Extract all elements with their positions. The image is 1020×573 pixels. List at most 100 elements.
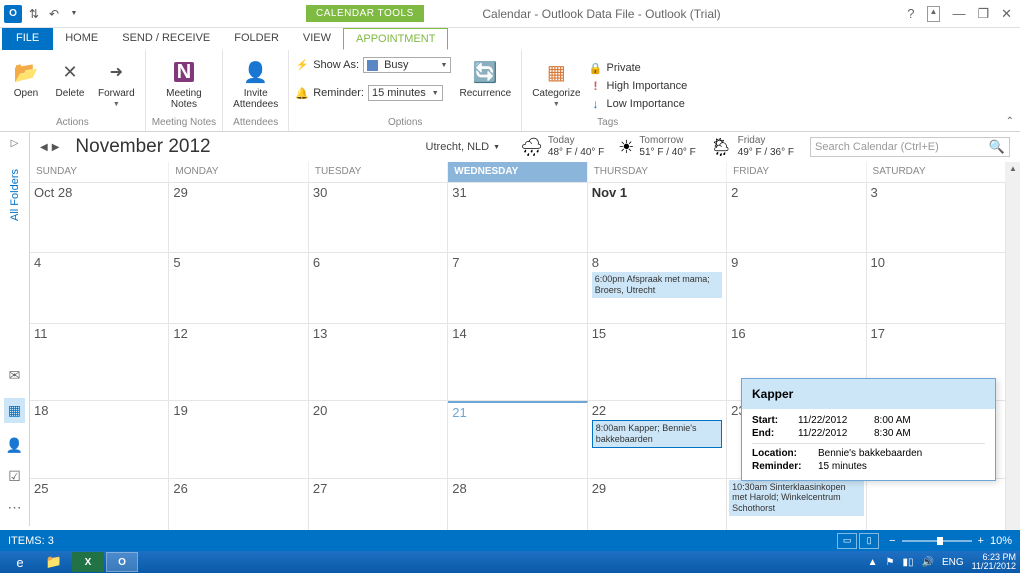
prev-month-icon[interactable]: ◀ bbox=[40, 142, 48, 153]
calendar-nav-icon[interactable]: ▦ bbox=[4, 398, 25, 423]
show-hidden-tray-icon[interactable]: ▲ bbox=[868, 557, 878, 568]
open-icon bbox=[12, 58, 40, 86]
ie-taskbar-icon[interactable]: e bbox=[4, 552, 36, 572]
calendar-cell[interactable]: Nov 1 bbox=[588, 183, 727, 252]
invite-attendees-button[interactable]: Invite Attendees bbox=[229, 56, 282, 112]
network-icon[interactable]: ▮▯ bbox=[902, 557, 913, 568]
calendar-cell[interactable]: 13 bbox=[309, 324, 448, 400]
calendar-cell[interactable]: 228:00am Kapper; Bennie's bakkebaarden bbox=[588, 401, 727, 477]
date-label: 2 bbox=[731, 185, 861, 200]
calendar-cell[interactable]: 7 bbox=[448, 253, 587, 322]
restore-icon[interactable]: ❐ bbox=[977, 6, 989, 22]
categorize-button[interactable]: Categorize▼ bbox=[528, 56, 584, 110]
calendar-cell[interactable]: 15 bbox=[588, 324, 727, 400]
volume-icon[interactable]: 🔊 bbox=[921, 557, 933, 568]
collapse-ribbon-icon[interactable]: ⌃ bbox=[1006, 116, 1014, 127]
high-importance-button[interactable]: High Importance bbox=[589, 78, 688, 94]
calendar-cell[interactable]: 11 bbox=[30, 324, 169, 400]
calendar-cell[interactable]: 9 bbox=[727, 253, 866, 322]
next-month-icon[interactable]: ▶ bbox=[52, 142, 60, 153]
calendar-cell[interactable]: 3 bbox=[867, 183, 1006, 252]
zoom-in-icon[interactable]: + bbox=[978, 535, 984, 547]
calendar-cell[interactable]: 10 bbox=[867, 253, 1006, 322]
calendar-event[interactable]: 10:30am Sinterklaasinkopen met Harold; W… bbox=[729, 480, 863, 516]
clock[interactable]: 6:23 PM11/21/2012 bbox=[972, 553, 1016, 571]
people-nav-icon[interactable]: 👤 bbox=[6, 437, 23, 454]
tasks-nav-icon[interactable]: ☑ bbox=[8, 468, 21, 485]
calendar-cell[interactable]: 2 bbox=[727, 183, 866, 252]
weather-friday[interactable]: 🌦Friday49° F / 36° F bbox=[710, 135, 794, 159]
calendar-cell[interactable]: 20 bbox=[309, 401, 448, 477]
search-input[interactable]: Search Calendar (Ctrl+E)🔍 bbox=[810, 137, 1010, 157]
calendar-cell[interactable]: 4 bbox=[30, 253, 169, 322]
calendar-cell[interactable]: 86:00pm Afspraak met mama; Broers, Utrec… bbox=[588, 253, 727, 322]
calendar-cell[interactable]: 30 bbox=[309, 183, 448, 252]
help-icon[interactable]: ? bbox=[907, 6, 914, 22]
date-label: 21 bbox=[452, 405, 582, 420]
zoom-control[interactable]: − + 10% bbox=[889, 535, 1012, 547]
show-as-select[interactable]: Busy▼ bbox=[363, 57, 451, 73]
reminder-select[interactable]: 15 minutes▼ bbox=[368, 85, 443, 101]
reading-view-icon[interactable]: ▯ bbox=[859, 533, 879, 549]
tab-folder[interactable]: FOLDER bbox=[222, 28, 291, 50]
appointment-preview: Kapper Start:11/22/20128:00 AM End:11/22… bbox=[741, 378, 996, 481]
calendar-cell[interactable]: 12 bbox=[169, 324, 308, 400]
vertical-scrollbar[interactable]: ▲ ▼ bbox=[1006, 162, 1020, 548]
calendar-cell[interactable]: Oct 28 bbox=[30, 183, 169, 252]
weather-tomorrow[interactable]: ☀Tomorrow51° F / 40° F bbox=[618, 135, 696, 159]
language-indicator[interactable]: ENG bbox=[942, 557, 964, 568]
open-button[interactable]: Open bbox=[6, 56, 46, 101]
expand-folder-pane-icon[interactable]: ▷ bbox=[11, 138, 19, 149]
normal-view-icon[interactable]: ▭ bbox=[837, 533, 857, 549]
tab-file[interactable]: FILE bbox=[2, 28, 53, 50]
calendar-cell[interactable]: 31 bbox=[448, 183, 587, 252]
calendar-cell[interactable]: 21 bbox=[448, 401, 587, 477]
outlook-taskbar-icon[interactable]: O bbox=[106, 552, 138, 572]
quick-access-toolbar: O ⇅ ↶ ▼ bbox=[0, 5, 86, 23]
tab-view[interactable]: VIEW bbox=[291, 28, 343, 50]
date-label: 25 bbox=[34, 481, 164, 496]
calendar-cell[interactable]: 6 bbox=[309, 253, 448, 322]
weather-location[interactable]: Utrecht, NLD▼ bbox=[426, 141, 501, 153]
calendar-cell[interactable]: 29 bbox=[169, 183, 308, 252]
tab-appointment[interactable]: APPOINTMENT bbox=[343, 28, 448, 50]
zoom-slider[interactable] bbox=[902, 540, 972, 542]
tab-send-receive[interactable]: SEND / RECEIVE bbox=[110, 28, 222, 50]
tab-home[interactable]: HOME bbox=[53, 28, 110, 50]
showas-icon bbox=[295, 58, 309, 72]
group-tags-label: Tags bbox=[597, 115, 618, 131]
qat-send-receive-icon[interactable]: ⇅ bbox=[26, 6, 42, 22]
forward-button[interactable]: Forward▼ bbox=[94, 56, 139, 110]
search-icon[interactable]: 🔍 bbox=[989, 139, 1005, 155]
weather-today[interactable]: 🌧Today48° F / 40° F bbox=[520, 135, 604, 159]
calendar-cell[interactable]: 18 bbox=[30, 401, 169, 477]
all-folders-button[interactable]: All Folders bbox=[9, 169, 21, 221]
mail-nav-icon[interactable]: ✉ bbox=[9, 367, 21, 384]
day-header: WEDNESDAY bbox=[448, 162, 587, 182]
qat-customize-icon[interactable]: ▼ bbox=[66, 6, 82, 22]
date-label: 17 bbox=[871, 326, 1001, 341]
flag-icon[interactable]: ⚑ bbox=[886, 557, 895, 568]
calendar-event[interactable]: 6:00pm Afspraak met mama; Broers, Utrech… bbox=[592, 272, 722, 298]
excel-taskbar-icon[interactable]: X bbox=[72, 552, 104, 572]
minimize-icon[interactable]: — bbox=[952, 6, 965, 22]
delete-button[interactable]: Delete bbox=[50, 56, 90, 101]
calendar-event[interactable]: 8:00am Kapper; Bennie's bakkebaarden bbox=[592, 420, 722, 448]
day-headers: SUNDAYMONDAYTUESDAYWEDNESDAYTHURSDAYFRID… bbox=[30, 162, 1006, 182]
more-nav-icon[interactable]: ⋯ bbox=[7, 499, 21, 516]
qat-undo-icon[interactable]: ↶ bbox=[46, 6, 62, 22]
recurrence-button[interactable]: Recurrence bbox=[455, 56, 515, 101]
zoom-out-icon[interactable]: − bbox=[889, 535, 895, 547]
date-label: 20 bbox=[313, 403, 443, 418]
calendar-cell[interactable]: 5 bbox=[169, 253, 308, 322]
private-button[interactable]: Private bbox=[589, 60, 688, 76]
calendar-cell[interactable]: 19 bbox=[169, 401, 308, 477]
busy-icon bbox=[367, 60, 378, 71]
calendar-cell[interactable]: 14 bbox=[448, 324, 587, 400]
close-icon[interactable]: ✕ bbox=[1001, 6, 1012, 22]
scroll-up-icon[interactable]: ▲ bbox=[1007, 162, 1019, 175]
explorer-taskbar-icon[interactable]: 📁 bbox=[38, 552, 70, 572]
meeting-notes-button[interactable]: Meeting Notes bbox=[162, 56, 206, 112]
low-importance-button[interactable]: Low Importance bbox=[589, 96, 688, 112]
ribbon-options-icon[interactable]: ▲ bbox=[927, 6, 941, 22]
